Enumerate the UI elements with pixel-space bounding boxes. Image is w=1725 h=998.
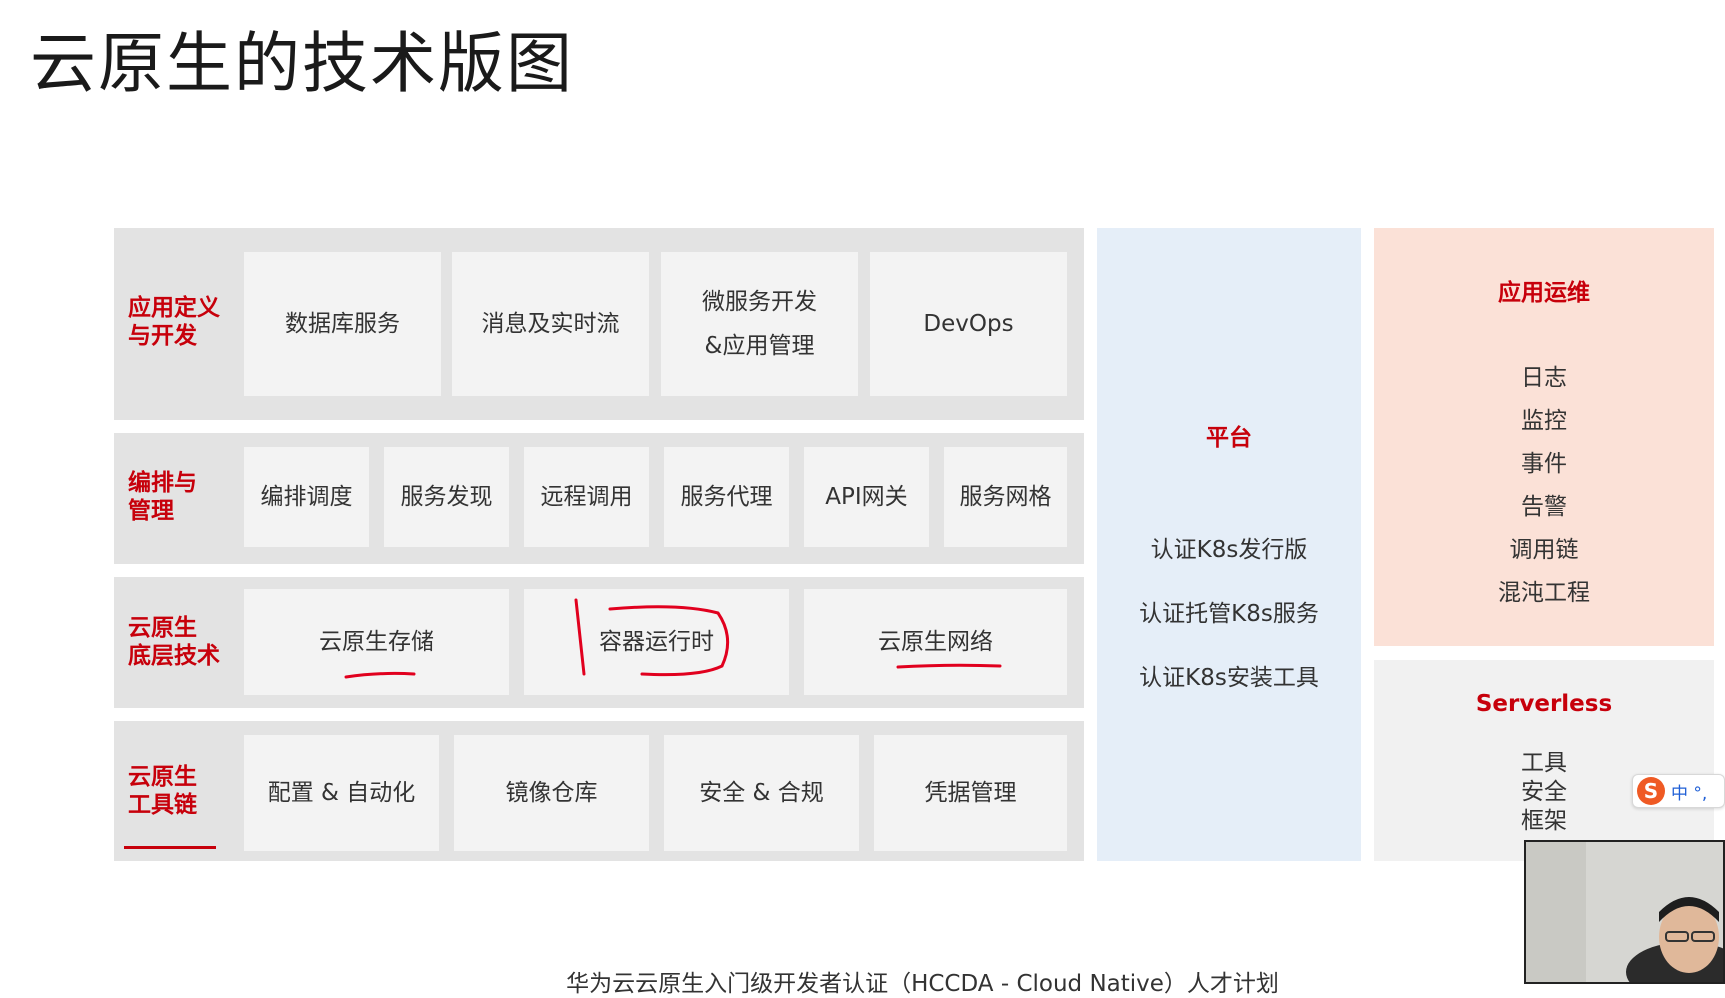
row-label-orchestration: 编排与 管理 bbox=[128, 469, 228, 525]
platform-item: 认证K8s发行版 bbox=[1150, 537, 1308, 563]
cell-service-mesh: 服务网格 bbox=[944, 447, 1067, 547]
ime-toolbar[interactable]: S 中 °, bbox=[1632, 774, 1725, 808]
cell-label: 服务网格 bbox=[959, 484, 1052, 510]
sogou-logo-icon: S bbox=[1637, 777, 1665, 805]
cell-cloud-native-network: 云原生网络 bbox=[804, 589, 1067, 695]
row-label-line: 底层技术 bbox=[128, 643, 220, 669]
cell-label: 云原生网络 bbox=[878, 629, 993, 655]
platform-item: 认证K8s安装工具 bbox=[1139, 665, 1319, 691]
platform-column: 平台 认证K8s发行版 认证托管K8s服务 认证K8s安装工具 bbox=[1097, 228, 1361, 861]
cell-label: 凭据管理 bbox=[924, 780, 1017, 806]
row-app-definition: 应用定义 与开发 数据库服务 消息及实时流 微服务开发 &应用管理 DevOps bbox=[114, 228, 1084, 420]
cell-label: 配置 & 自动化 bbox=[267, 780, 416, 806]
cell-microservice-dev: 微服务开发 &应用管理 bbox=[661, 252, 858, 396]
presenter-webcam bbox=[1524, 840, 1725, 984]
row-toolchain: 云原生 工具链 配置 & 自动化 镜像仓库 安全 & 合规 凭据管理 bbox=[114, 721, 1084, 861]
presenter-figure-icon bbox=[1526, 842, 1723, 982]
cell-config-automation: 配置 & 自动化 bbox=[244, 735, 439, 851]
cell-image-registry: 镜像仓库 bbox=[454, 735, 649, 851]
row-label-line: 工具链 bbox=[128, 792, 197, 818]
row-infrastructure: 云原生 底层技术 云原生存储 容器运行时 云原生网络 bbox=[114, 577, 1084, 708]
cell-label: 微服务开发 bbox=[702, 289, 817, 315]
cell-label: 容器运行时 bbox=[599, 629, 714, 655]
footer-caption: 华为云云原生入门级开发者认证（HCCDA - Cloud Native）人才计划 bbox=[566, 971, 1279, 997]
ops-title: 应用运维 bbox=[1498, 280, 1590, 306]
cell-label: DevOps bbox=[923, 311, 1014, 337]
serverless-column: Serverless 工具 安全 框架 bbox=[1374, 660, 1714, 861]
row-label-line: 编排与 bbox=[128, 470, 197, 496]
row-label-line: 应用定义 bbox=[128, 295, 220, 321]
cell-devops: DevOps bbox=[870, 252, 1067, 396]
cell-label: 远程调用 bbox=[540, 484, 633, 510]
cell-label: 镜像仓库 bbox=[505, 780, 598, 806]
serverless-item: 安全 bbox=[1521, 779, 1567, 805]
cell-label: 消息及实时流 bbox=[481, 311, 620, 337]
ime-mode-label: 中 °, bbox=[1671, 783, 1708, 804]
cell-label: &应用管理 bbox=[704, 333, 815, 359]
serverless-item: 框架 bbox=[1521, 808, 1567, 834]
cell-security-compliance: 安全 & 合规 bbox=[664, 735, 859, 851]
platform-title: 平台 bbox=[1206, 425, 1252, 451]
cell-cloud-native-storage: 云原生存储 bbox=[244, 589, 509, 695]
cell-api-gateway: API网关 bbox=[804, 447, 929, 547]
ops-item: 监控 bbox=[1521, 408, 1567, 434]
platform-item: 认证托管K8s服务 bbox=[1139, 601, 1319, 627]
ops-item: 事件 bbox=[1521, 451, 1567, 477]
cell-label: 服务发现 bbox=[400, 484, 493, 510]
ops-column: 应用运维 日志 监控 事件 告警 调用链 混沌工程 bbox=[1374, 228, 1714, 646]
row-label-app-definition: 应用定义 与开发 bbox=[128, 294, 228, 350]
page-title: 云原生的技术版图 bbox=[30, 25, 574, 102]
cell-label: 数据库服务 bbox=[285, 311, 400, 337]
toolchain-label-underline bbox=[124, 846, 216, 849]
cell-label: 安全 & 合规 bbox=[699, 780, 824, 806]
ops-item: 调用链 bbox=[1509, 537, 1579, 563]
row-orchestration: 编排与 管理 编排调度 服务发现 远程调用 服务代理 API网关 服务网格 bbox=[114, 433, 1084, 564]
serverless-item: 工具 bbox=[1521, 750, 1567, 776]
cell-database-service: 数据库服务 bbox=[244, 252, 441, 396]
cell-service-discovery: 服务发现 bbox=[384, 447, 509, 547]
ops-item: 日志 bbox=[1521, 365, 1567, 391]
cell-label: 云原生存储 bbox=[319, 629, 434, 655]
cell-messaging-streaming: 消息及实时流 bbox=[452, 252, 649, 396]
cell-label: 服务代理 bbox=[680, 484, 773, 510]
row-label-toolchain: 云原生 工具链 bbox=[128, 763, 228, 819]
cell-label: API网关 bbox=[825, 484, 908, 510]
serverless-title: Serverless bbox=[1475, 691, 1613, 717]
row-label-line: 云原生 bbox=[128, 764, 197, 790]
cell-service-proxy: 服务代理 bbox=[664, 447, 789, 547]
row-label-line: 管理 bbox=[128, 498, 174, 524]
ops-item: 混沌工程 bbox=[1498, 580, 1590, 606]
ops-item: 告警 bbox=[1521, 494, 1567, 520]
cell-credential-management: 凭据管理 bbox=[874, 735, 1067, 851]
cell-scheduling: 编排调度 bbox=[244, 447, 369, 547]
row-label-infrastructure: 云原生 底层技术 bbox=[128, 614, 228, 670]
row-label-line: 与开发 bbox=[128, 323, 197, 349]
cell-container-runtime: 容器运行时 bbox=[524, 589, 789, 695]
row-label-line: 云原生 bbox=[128, 615, 197, 641]
cell-rpc: 远程调用 bbox=[524, 447, 649, 547]
cell-label: 编排调度 bbox=[260, 484, 353, 510]
